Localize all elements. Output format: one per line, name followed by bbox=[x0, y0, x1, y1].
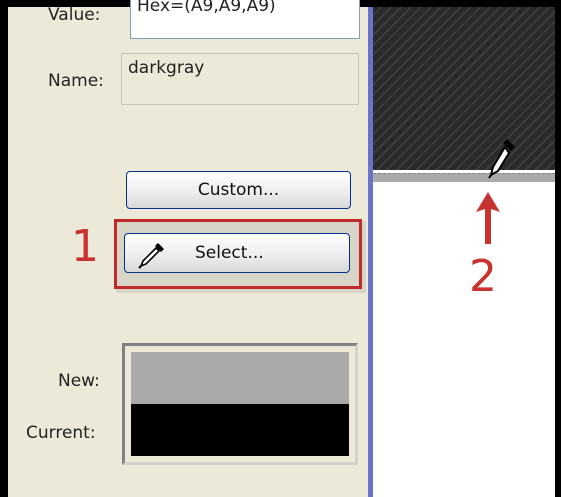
canvas-area[interactable]: 2 bbox=[373, 7, 555, 497]
annotation-step-2: 2 bbox=[469, 251, 497, 302]
arrow-up-icon bbox=[476, 192, 500, 244]
custom-button[interactable]: Custom... bbox=[126, 171, 351, 209]
annotation-step-1: 1 bbox=[71, 221, 99, 272]
new-label: New: bbox=[58, 371, 100, 391]
eyedropper-cursor-icon bbox=[488, 139, 515, 179]
custom-button-label: Custom... bbox=[197, 180, 280, 200]
current-label: Current: bbox=[26, 423, 96, 443]
name-label: Name: bbox=[48, 71, 104, 91]
dark-hatched-region bbox=[373, 7, 555, 170]
value-label: Value: bbox=[48, 5, 101, 25]
frame-border-left bbox=[0, 0, 8, 497]
color-picker-dialog: Value: Hex=(A9,A9,A9) Name: darkgray Cus… bbox=[8, 0, 368, 497]
frame-border-right bbox=[555, 0, 561, 497]
name-field-text: darkgray bbox=[128, 58, 205, 78]
value-field[interactable]: Hex=(A9,A9,A9) bbox=[130, 0, 360, 39]
dotted-marker bbox=[373, 173, 555, 175]
new-color-swatch bbox=[131, 352, 349, 404]
select-highlight-box bbox=[114, 219, 362, 289]
name-field: darkgray bbox=[121, 53, 359, 105]
value-field-text: Hex=(A9,A9,A9) bbox=[137, 0, 276, 16]
current-color-swatch bbox=[131, 404, 349, 456]
